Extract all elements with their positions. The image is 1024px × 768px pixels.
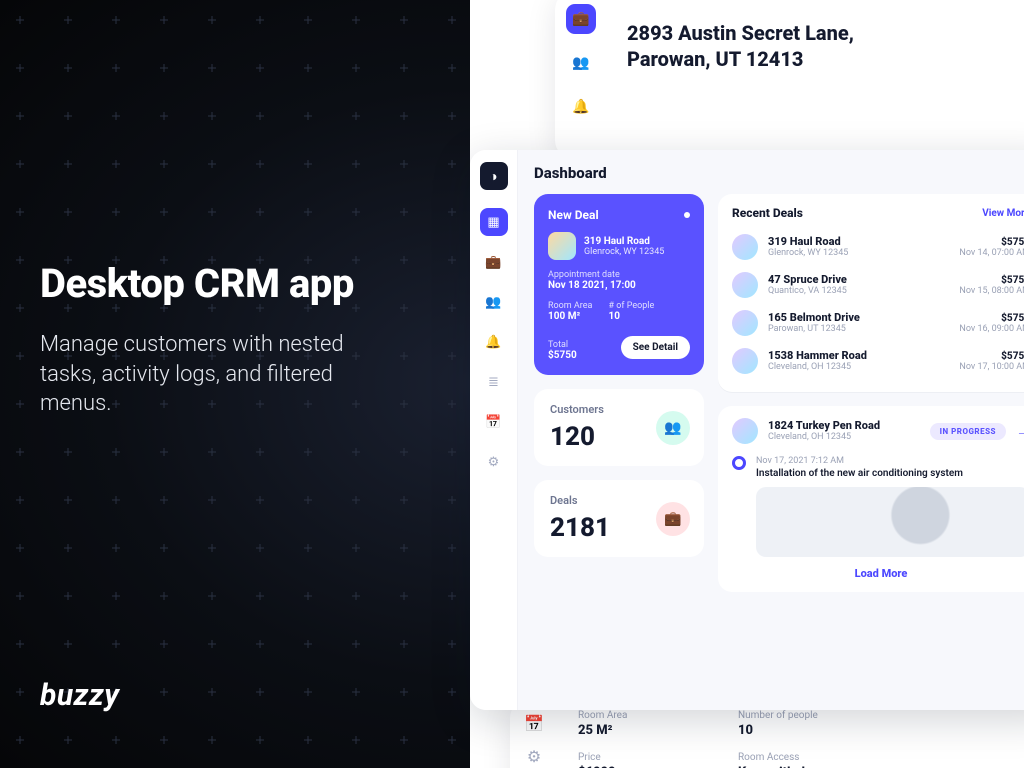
deal-row[interactable]: 47 Spruce DriveQuantico, VA 12345 $5750No… — [732, 266, 1024, 304]
activity-time: Nov 17, 2021 7:12 AM — [756, 456, 963, 466]
appointment-value: Nov 18 2021, 17:00 — [548, 280, 690, 291]
new-deal-card: New Deal 319 Haul Road Glenrock, WY 1234… — [534, 194, 704, 375]
customers-card[interactable]: Customers 120 👥 — [534, 389, 704, 466]
room-access-label: Room Access — [738, 752, 898, 763]
promo-panel: Desktop CRM app Manage customers with ne… — [0, 0, 470, 768]
deal-time: Nov 14, 07:00 AM — [959, 248, 1024, 258]
new-deal-city: Glenrock, WY 12345 — [584, 247, 664, 257]
room-area-label: Room Area — [578, 710, 698, 721]
customers-icon: 👥 — [656, 411, 690, 445]
deal-thumbnail — [732, 272, 758, 298]
deal-city: Cleveland, OH 12345 — [768, 362, 949, 372]
arrow-right-icon[interactable]: → — [1016, 423, 1024, 440]
appointment-label: Appointment date — [548, 270, 690, 280]
activity-image — [756, 487, 1024, 557]
detail-card-peek: 💼 👥 🔔 2893 Austin Secret Lane, Parowan, … — [555, 0, 1024, 160]
detail-address-line1: 2893 Austin Secret Lane, — [627, 20, 854, 46]
deal-thumbnail — [732, 234, 758, 260]
gear-icon[interactable]: ⚙ — [527, 747, 541, 766]
dashboard-window: ◑ ▦ 💼 👥 🔔 ≣ 📅 ⚙ Dashboard New Deal — [470, 150, 1024, 710]
deal-time: Nov 17, 10:00 AM — [959, 362, 1024, 372]
deal-amount: $5750 — [959, 313, 1024, 324]
deal-amount: $5750 — [959, 351, 1024, 362]
sidebar: ◑ ▦ 💼 👥 🔔 ≣ 📅 ⚙ — [470, 150, 518, 710]
peek-sidebar: 💼 👥 🔔 — [555, 0, 607, 160]
detail-card-peek-bottom: 📅 ⚙ Room Area 25 M² Price $6000 Number o… — [510, 700, 1024, 768]
users-icon[interactable]: 👥 — [480, 288, 508, 316]
people-label: # of People — [608, 301, 654, 311]
progress-address: 1824 Turkey Pen Road — [768, 420, 920, 432]
status-dot-icon — [684, 212, 690, 218]
total-label: Total — [548, 340, 577, 350]
deal-amount: $5750 — [959, 275, 1024, 286]
deal-city: Glenrock, WY 12345 — [768, 248, 949, 258]
calendar-icon[interactable]: 📅 — [480, 408, 508, 436]
people-count-value: 10 — [738, 723, 898, 738]
app-logo-icon[interactable]: ◑ — [480, 162, 508, 190]
deal-time: Nov 15, 08:00 AM — [959, 286, 1024, 296]
people-count-label: Number of people — [738, 710, 898, 721]
recent-deals-panel: Recent Deals View More 319 Haul RoadGlen… — [718, 194, 1024, 392]
recent-deals-title: Recent Deals — [732, 206, 803, 220]
activity-text: Installation of the new air conditioning… — [756, 468, 963, 479]
room-area-value: 25 M² — [578, 723, 698, 738]
view-more-link[interactable]: View More — [982, 208, 1024, 219]
deals-icon: 💼 — [656, 502, 690, 536]
total-value: $5750 — [548, 350, 577, 361]
deal-row[interactable]: 1538 Hammer RoadCleveland, OH 12345 $5750… — [732, 342, 1024, 380]
deal-thumbnail — [732, 348, 758, 374]
users-icon[interactable]: 👥 — [566, 48, 596, 78]
load-more-button[interactable]: Load More — [732, 567, 1024, 580]
deal-time: Nov 16, 09:00 AM — [959, 324, 1024, 334]
room-area-value: 100 M² — [548, 311, 592, 322]
see-detail-button[interactable]: See Detail — [621, 336, 690, 359]
progress-city: Cleveland, OH 12345 — [768, 432, 920, 442]
price-label: Price — [578, 752, 698, 763]
promo-title: Desktop CRM app — [40, 260, 354, 307]
page-title: Dashboard — [534, 164, 1024, 182]
deal-row[interactable]: 165 Belmont DriveParowan, UT 12345 $5750N… — [732, 304, 1024, 342]
brand-logo: buzzy — [40, 678, 119, 713]
deal-thumbnail — [732, 310, 758, 336]
bell-icon[interactable]: 🔔 — [566, 92, 596, 122]
deal-thumbnail — [548, 232, 576, 260]
people-value: 10 — [608, 311, 654, 322]
peek2-sidebar: 📅 ⚙ — [510, 700, 558, 768]
dashboard-content: Dashboard New Deal 319 Haul Road Glenroc… — [518, 150, 1024, 710]
progress-thumbnail — [732, 418, 758, 444]
briefcase-icon[interactable]: 💼 — [480, 248, 508, 276]
bell-icon[interactable]: 🔔 — [480, 328, 508, 356]
deals-card[interactable]: Deals 2181 💼 — [534, 480, 704, 557]
in-progress-card: 1824 Turkey Pen Road Cleveland, OH 12345… — [718, 406, 1024, 592]
deal-address: 319 Haul Road — [768, 236, 949, 248]
deal-address: 1538 Hammer Road — [768, 350, 949, 362]
status-badge: IN PROGRESS — [930, 423, 1006, 440]
promo-subtitle: Manage customers with nested tasks, acti… — [40, 330, 380, 419]
room-area-label: Room Area — [548, 301, 592, 311]
deal-city: Quantico, VA 12345 — [768, 286, 949, 296]
deal-address: 165 Belmont Drive — [768, 312, 949, 324]
list-icon[interactable]: ≣ — [480, 368, 508, 396]
deal-address: 47 Spruce Drive — [768, 274, 949, 286]
detail-address-line2: Parowan, UT 12413 — [627, 46, 854, 72]
briefcase-icon[interactable]: 💼 — [566, 4, 596, 34]
calendar-icon[interactable]: 📅 — [524, 714, 544, 733]
dashboard-icon[interactable]: ▦ — [480, 208, 508, 236]
timeline-dot-icon — [732, 456, 746, 470]
gear-icon[interactable]: ⚙ — [480, 448, 508, 476]
new-deal-address: 319 Haul Road — [584, 236, 664, 247]
deal-row[interactable]: 319 Haul RoadGlenrock, WY 12345 $5750Nov … — [732, 228, 1024, 266]
new-deal-heading: New Deal — [548, 208, 599, 222]
deal-amount: $5750 — [959, 237, 1024, 248]
deal-city: Parowan, UT 12345 — [768, 324, 949, 334]
